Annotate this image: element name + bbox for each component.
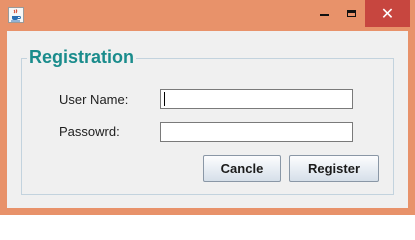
register-button[interactable]: Register	[289, 155, 379, 182]
group-title: Registration	[27, 46, 137, 68]
title-bar[interactable]: ✕	[0, 0, 415, 31]
app-window: ✕ Registration User Name: Passowrd: Canc…	[0, 0, 415, 215]
close-button[interactable]: ✕	[365, 0, 410, 27]
form-panel: Registration User Name: Passowrd: Cancle…	[7, 31, 408, 208]
user-name-label: User Name:	[59, 92, 129, 107]
password-label: Passowrd:	[59, 124, 120, 139]
java-cup-icon[interactable]	[8, 7, 24, 23]
minimize-button[interactable]	[311, 0, 337, 27]
password-input[interactable]	[160, 122, 353, 142]
text-caret	[164, 92, 165, 106]
user-name-input[interactable]	[160, 89, 353, 109]
maximize-button[interactable]	[337, 0, 365, 27]
cancel-button[interactable]: Cancle	[203, 155, 281, 182]
maximize-icon	[346, 10, 356, 17]
close-icon: ✕	[380, 3, 395, 23]
minimize-icon	[319, 14, 329, 16]
